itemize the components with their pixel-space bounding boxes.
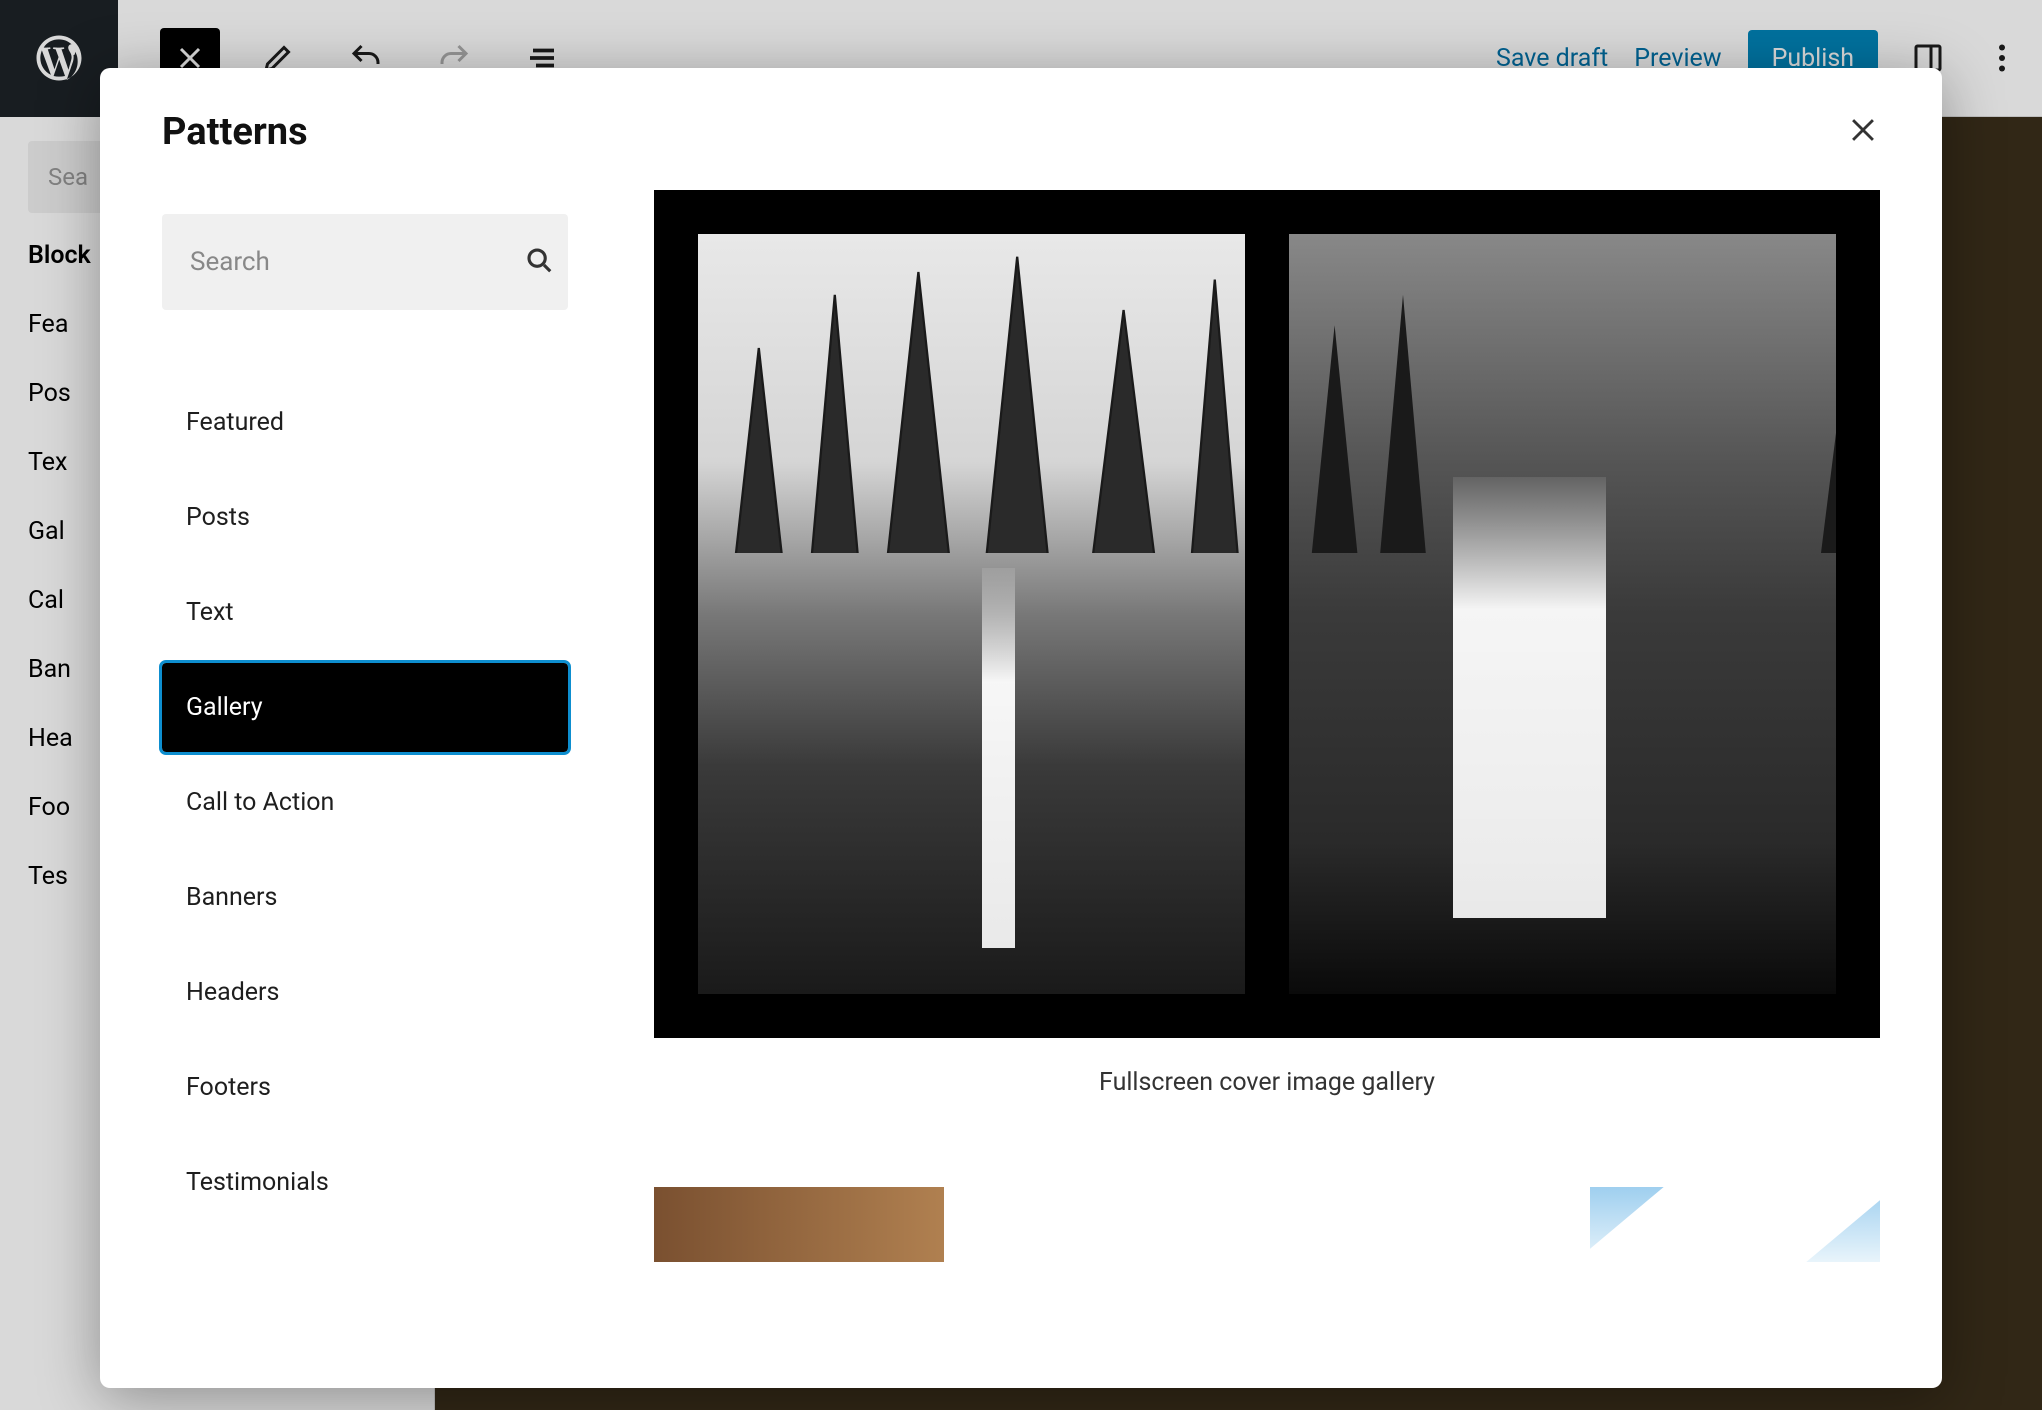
category-call-to-action[interactable]: Call to Action (162, 758, 568, 847)
patterns-modal: Patterns Featured Posts Text Gallery Cal… (100, 68, 1942, 1388)
category-text[interactable]: Text (162, 568, 568, 657)
patterns-grid: Fullscreen cover image gallery (630, 166, 1942, 1388)
close-modal-button[interactable] (1846, 113, 1880, 151)
category-banners[interactable]: Banners (162, 853, 568, 942)
modal-title: Patterns (162, 110, 308, 154)
category-testimonials[interactable]: Testimonials (162, 1138, 568, 1227)
category-gallery[interactable]: Gallery (162, 663, 568, 752)
preview-image-left (698, 234, 1245, 994)
search-input[interactable] (190, 247, 524, 277)
category-posts[interactable]: Posts (162, 473, 568, 562)
search-icon (524, 245, 554, 279)
pattern-item[interactable] (654, 1187, 944, 1262)
pattern-item[interactable]: Fullscreen cover image gallery (654, 190, 1880, 1097)
pattern-thumbnail (654, 190, 1880, 1038)
category-featured[interactable]: Featured (162, 378, 568, 467)
pattern-caption: Fullscreen cover image gallery (654, 1068, 1880, 1097)
category-headers[interactable]: Headers (162, 948, 568, 1037)
search-box[interactable] (162, 214, 568, 310)
category-footers[interactable]: Footers (162, 1043, 568, 1132)
patterns-sidebar: Featured Posts Text Gallery Call to Acti… (100, 166, 630, 1388)
pattern-item[interactable] (1590, 1187, 1880, 1262)
preview-image-right (1289, 234, 1836, 994)
category-list: Featured Posts Text Gallery Call to Acti… (162, 378, 568, 1227)
